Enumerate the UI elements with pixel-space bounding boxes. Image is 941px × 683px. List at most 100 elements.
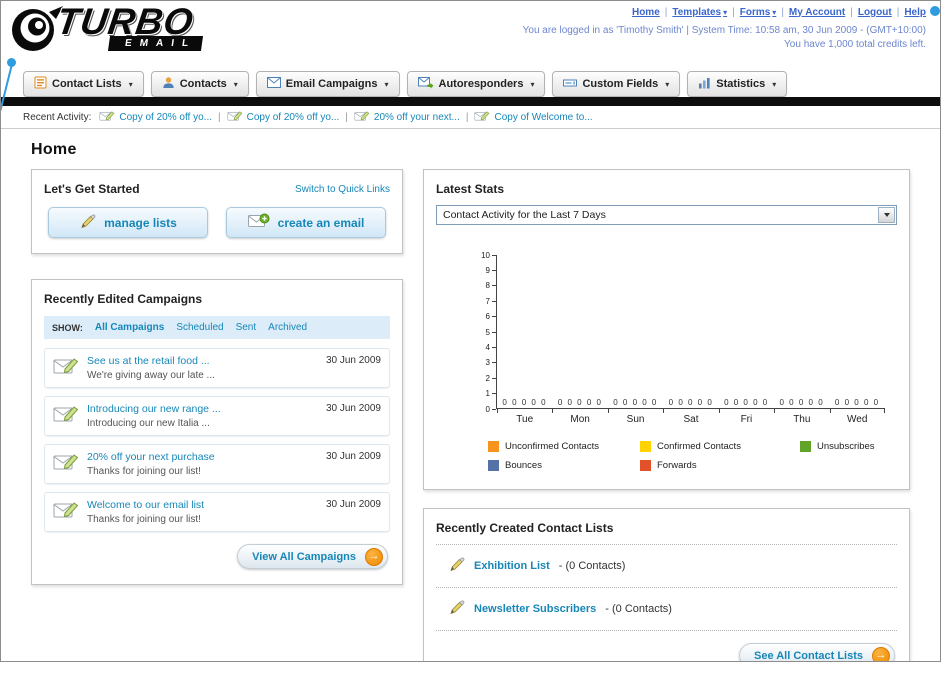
activity-item[interactable]: Copy of 20% off yo... [99,110,212,125]
y-axis-tick: 9 [486,265,496,275]
content-columns: Let's Get Started Switch to Quick Links … [1,169,940,661]
nav-tab-email-campaigns[interactable]: Email Campaigns [255,71,400,97]
stats-period-select[interactable]: Contact Activity for the Last 7 Days [436,205,897,225]
switch-quick-links-link[interactable]: Switch to Quick Links [295,184,390,195]
header-link-my-account[interactable]: My Account [789,7,845,18]
email-edit-icon [474,110,490,125]
nav-tab-statistics[interactable]: Statistics [687,71,788,97]
nav-tab-custom-fields[interactable]: Custom Fields [552,71,681,97]
campaign-date: 30 Jun 2009 [325,355,381,366]
y-axis-tick: 3 [486,358,496,368]
contact-lists-icon [34,76,47,92]
statistics-icon [698,77,711,92]
campaign-date: 30 Jun 2009 [325,451,381,462]
contact-lists-panel-title: Recently Created Contact Lists [436,521,614,535]
chevron-down-icon [232,78,238,90]
get-started-panel: Let's Get Started Switch to Quick Links … [31,169,403,254]
view-all-campaigns-button[interactable]: View All Campaigns [237,544,388,569]
chevron-down-icon [528,78,534,90]
chevron-down-icon [663,78,669,90]
y-axis-tick: 10 [481,250,496,260]
contact-activity-chart: 10 9 8 7 6 5 4 3 2 1 0 0 0 0 0 00 0 0 0 00 0 0 0 0… [436,239,897,425]
chart-plot-area: 0 0 0 0 0 0 0 0 0 0 0 0 0 0 0 0 0 0 0 0 0 0 … [496,255,885,409]
tab-archived[interactable]: Archived [268,322,307,333]
y-axis-tick: 5 [486,327,496,337]
campaign-title-link[interactable]: See us at the retail food ... [87,355,318,367]
logo-text-email: EMAIL [107,36,204,52]
envelope-plus-icon [247,213,270,232]
nav-tab-contact-lists[interactable]: Contact Lists [23,71,144,97]
activity-item[interactable]: 20% off your next... [354,110,460,125]
campaign-row[interactable]: Introducing our new range ... Introducin… [44,396,390,436]
dotted-divider [436,630,897,631]
campaign-row[interactable]: See us at the retail food ... We're givi… [44,348,390,388]
activity-item[interactable]: Copy of 20% off yo... [227,110,339,125]
see-all-contact-lists-button[interactable]: See All Contact Lists [738,643,895,661]
logo-text: TURBO EMAIL [54,1,204,52]
email-edit-icon [53,452,79,475]
create-email-button[interactable]: create an email [226,207,386,238]
pencil-icon [448,599,465,619]
chart-value-labels: 0 0 0 0 0 [668,398,714,407]
separator [892,6,905,18]
campaigns-panel-title: Recently Edited Campaigns [44,292,203,306]
legend-swatch [640,460,651,471]
campaign-row[interactable]: 20% off your next purchase Thanks for jo… [44,444,390,484]
campaign-subtitle: We're giving away our late ... [87,370,215,381]
email-edit-icon [99,110,115,125]
x-axis-label: Fri [718,409,774,425]
separator [727,6,740,18]
legend-item-confirmed-contacts: Confirmed Contacts [640,441,800,452]
main-nav: Contact Lists Contacts Email Campaigns A… [1,69,940,97]
header-link-home[interactable]: Home [632,7,660,18]
contact-list-row[interactable]: Newsletter Subscribers - (0 Contacts) [436,597,897,621]
tab-sent[interactable]: Sent [236,322,257,333]
separator [218,111,221,123]
y-axis-tick: 0 [486,404,496,414]
recently-edited-campaigns-panel: Recently Edited Campaigns SHOW: All Camp… [31,279,403,585]
contact-list-count: - (0 Contacts) [605,603,672,615]
decor-blue-dot [930,6,940,16]
turbo-email-logo[interactable]: TURBO EMAIL [9,1,204,57]
tab-all-campaigns[interactable]: All Campaigns [95,322,164,333]
campaign-title-link[interactable]: 20% off your next purchase [87,451,318,463]
x-axis-label: Sun [607,409,663,425]
header-link-forms[interactable]: Forms [740,7,777,18]
header-link-logout[interactable]: Logout [858,7,892,18]
left-column: Let's Get Started Switch to Quick Links … [31,169,403,585]
contact-list-link[interactable]: Exhibition List [474,560,550,572]
header-link-help[interactable]: Help [904,7,926,18]
separator [660,6,673,18]
chart-y-axis: 10 9 8 7 6 5 4 3 2 1 0 [476,251,496,414]
dropdown-arrow-icon[interactable] [878,207,895,223]
chart-value-labels: 0 0 0 0 0 [502,398,548,407]
campaign-row[interactable]: Welcome to our email list Thanks for joi… [44,492,390,532]
arrow-right-icon [365,547,383,566]
contact-list-link[interactable]: Newsletter Subscribers [474,603,596,615]
header-link-templates[interactable]: Templates [672,7,727,18]
legend-swatch [640,441,651,452]
legend-item-unsubscribes: Unsubscribes [800,441,897,452]
x-axis-label: Mon [552,409,607,425]
email-edit-icon [354,110,370,125]
nav-tab-contacts[interactable]: Contacts [150,71,249,97]
legend-swatch [488,460,499,471]
y-axis-tick: 6 [486,312,496,322]
email-campaigns-icon [266,77,281,91]
email-edit-icon [53,500,79,523]
nav-tab-autoresponders[interactable]: Autoresponders [406,71,546,97]
campaign-title-link[interactable]: Introducing our new range ... [87,403,318,415]
chart-value-labels: 0 0 0 0 0 [613,398,658,407]
manage-lists-button[interactable]: manage lists [48,207,208,238]
contacts-icon [162,76,175,92]
activity-item[interactable]: Copy of Welcome to... [474,110,593,125]
campaign-title-link[interactable]: Welcome to our email list [87,499,318,511]
tab-scheduled[interactable]: Scheduled [176,322,223,333]
contact-list-row[interactable]: Exhibition List - (0 Contacts) [436,554,897,578]
legend-item-bounces: Bounces [488,460,640,471]
legend-item-unconfirmed-contacts: Unconfirmed Contacts [488,441,640,452]
credits-info: You have 1,000 total credits left. [784,39,926,50]
email-edit-icon [53,356,79,379]
contact-list-count: - (0 Contacts) [558,560,626,572]
campaign-date: 30 Jun 2009 [325,499,381,510]
